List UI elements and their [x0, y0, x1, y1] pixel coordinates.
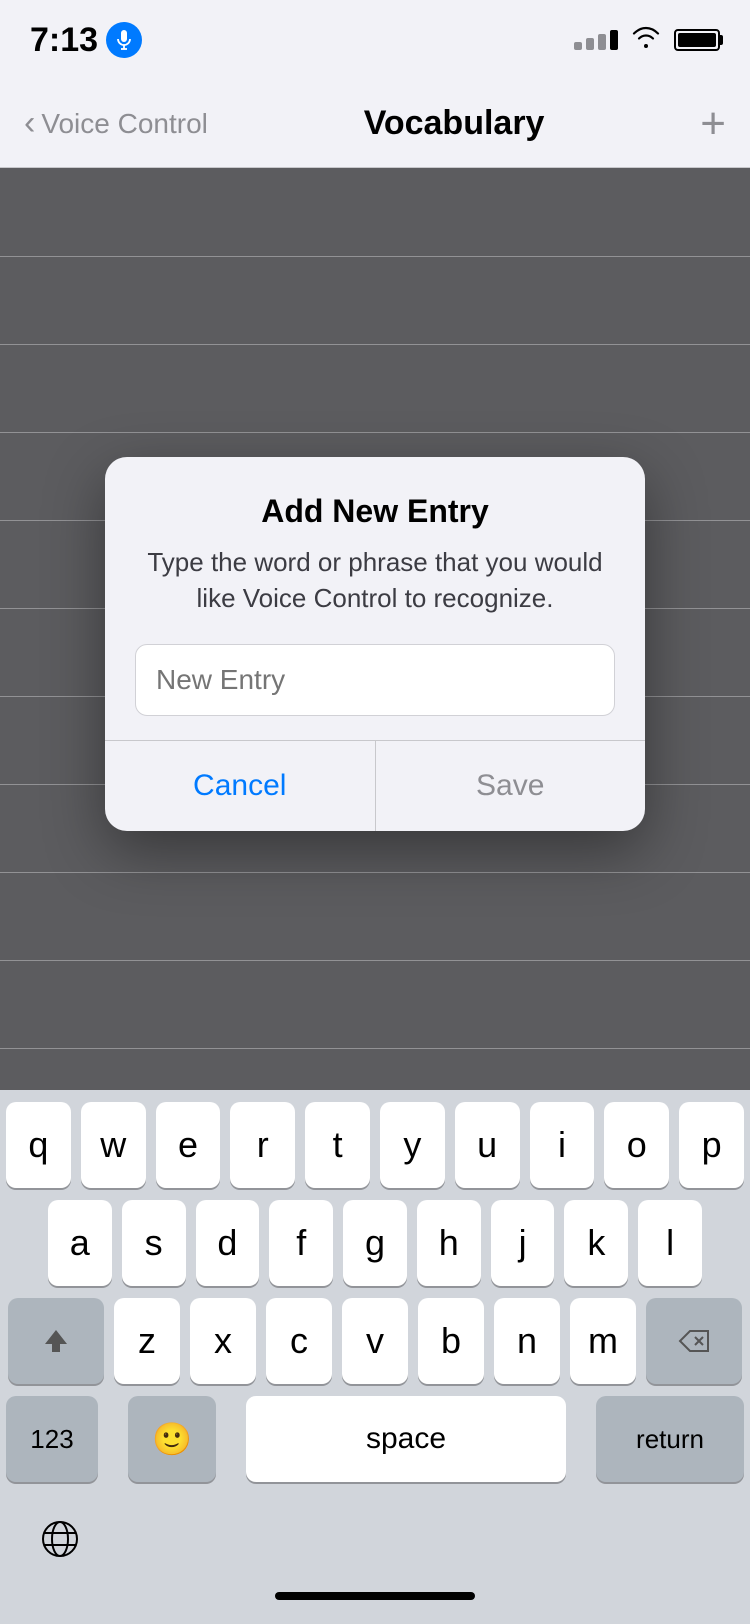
key-e[interactable]: e — [156, 1102, 221, 1188]
modal-dialog: Add New Entry Type the word or phrase th… — [105, 457, 645, 832]
return-key[interactable]: return — [596, 1396, 744, 1482]
keyboard-row-2: a s d f g h j k l — [6, 1200, 744, 1286]
battery-icon — [674, 29, 720, 51]
back-arrow-icon: ‹ — [24, 104, 35, 143]
key-j[interactable]: j — [491, 1200, 555, 1286]
add-button[interactable]: + — [700, 102, 726, 146]
key-n[interactable]: n — [494, 1298, 560, 1384]
status-right — [574, 26, 720, 55]
status-bar: 7:13 — [0, 0, 750, 80]
key-y[interactable]: y — [380, 1102, 445, 1188]
key-a[interactable]: a — [48, 1200, 112, 1286]
backspace-key[interactable] — [646, 1298, 742, 1384]
nav-bar: ‹ Voice Control Vocabulary + — [0, 80, 750, 168]
wifi-icon — [632, 26, 660, 55]
keyboard-rows: q w e r t y u i o p a s d f g h j k l — [0, 1090, 750, 1390]
space-key[interactable]: space — [246, 1396, 566, 1482]
emoji-key[interactable]: 🙂 — [128, 1396, 216, 1482]
key-t[interactable]: t — [305, 1102, 370, 1188]
key-x[interactable]: x — [190, 1298, 256, 1384]
key-l[interactable]: l — [638, 1200, 702, 1286]
mic-icon — [106, 22, 142, 58]
shift-key[interactable] — [8, 1298, 104, 1384]
content-area: Add New Entry Type the word or phrase th… — [0, 168, 750, 1120]
key-g[interactable]: g — [343, 1200, 407, 1286]
key-i[interactable]: i — [530, 1102, 595, 1188]
globe-key[interactable] — [16, 1496, 104, 1582]
key-f[interactable]: f — [269, 1200, 333, 1286]
page-title: Vocabulary — [364, 104, 545, 143]
key-h[interactable]: h — [417, 1200, 481, 1286]
key-d[interactable]: d — [196, 1200, 260, 1286]
signal-icon — [574, 30, 618, 50]
key-p[interactable]: p — [679, 1102, 744, 1188]
status-time-container: 7:13 — [30, 21, 142, 60]
new-entry-input[interactable] — [135, 644, 615, 716]
globe-row — [0, 1492, 750, 1582]
modal-buttons: Cancel Save — [105, 740, 645, 831]
keyboard-bottom-row: 123 🙂 space return — [0, 1390, 750, 1492]
keyboard: q w e r t y u i o p a s d f g h j k l — [0, 1090, 750, 1624]
keyboard-row-1: q w e r t y u i o p — [6, 1102, 744, 1188]
key-b[interactable]: b — [418, 1298, 484, 1384]
numbers-key[interactable]: 123 — [6, 1396, 98, 1482]
key-k[interactable]: k — [564, 1200, 628, 1286]
key-q[interactable]: q — [6, 1102, 71, 1188]
key-o[interactable]: o — [604, 1102, 669, 1188]
keyboard-row-3: z x c v b n m — [6, 1298, 744, 1384]
key-c[interactable]: c — [266, 1298, 332, 1384]
back-button[interactable]: ‹ Voice Control — [24, 104, 208, 143]
key-m[interactable]: m — [570, 1298, 636, 1384]
home-bar-container — [0, 1582, 750, 1624]
cancel-button[interactable]: Cancel — [105, 741, 376, 831]
back-label: Voice Control — [41, 108, 208, 140]
modal-overlay: Add New Entry Type the word or phrase th… — [0, 168, 750, 1120]
key-v[interactable]: v — [342, 1298, 408, 1384]
key-u[interactable]: u — [455, 1102, 520, 1188]
modal-body: Add New Entry Type the word or phrase th… — [105, 457, 645, 741]
home-bar — [275, 1592, 475, 1600]
key-r[interactable]: r — [230, 1102, 295, 1188]
modal-title: Add New Entry — [135, 493, 615, 530]
save-button[interactable]: Save — [376, 741, 646, 831]
key-w[interactable]: w — [81, 1102, 146, 1188]
modal-message: Type the word or phrase that you would l… — [135, 544, 615, 617]
status-time: 7:13 — [30, 21, 98, 60]
key-s[interactable]: s — [122, 1200, 186, 1286]
key-z[interactable]: z — [114, 1298, 180, 1384]
